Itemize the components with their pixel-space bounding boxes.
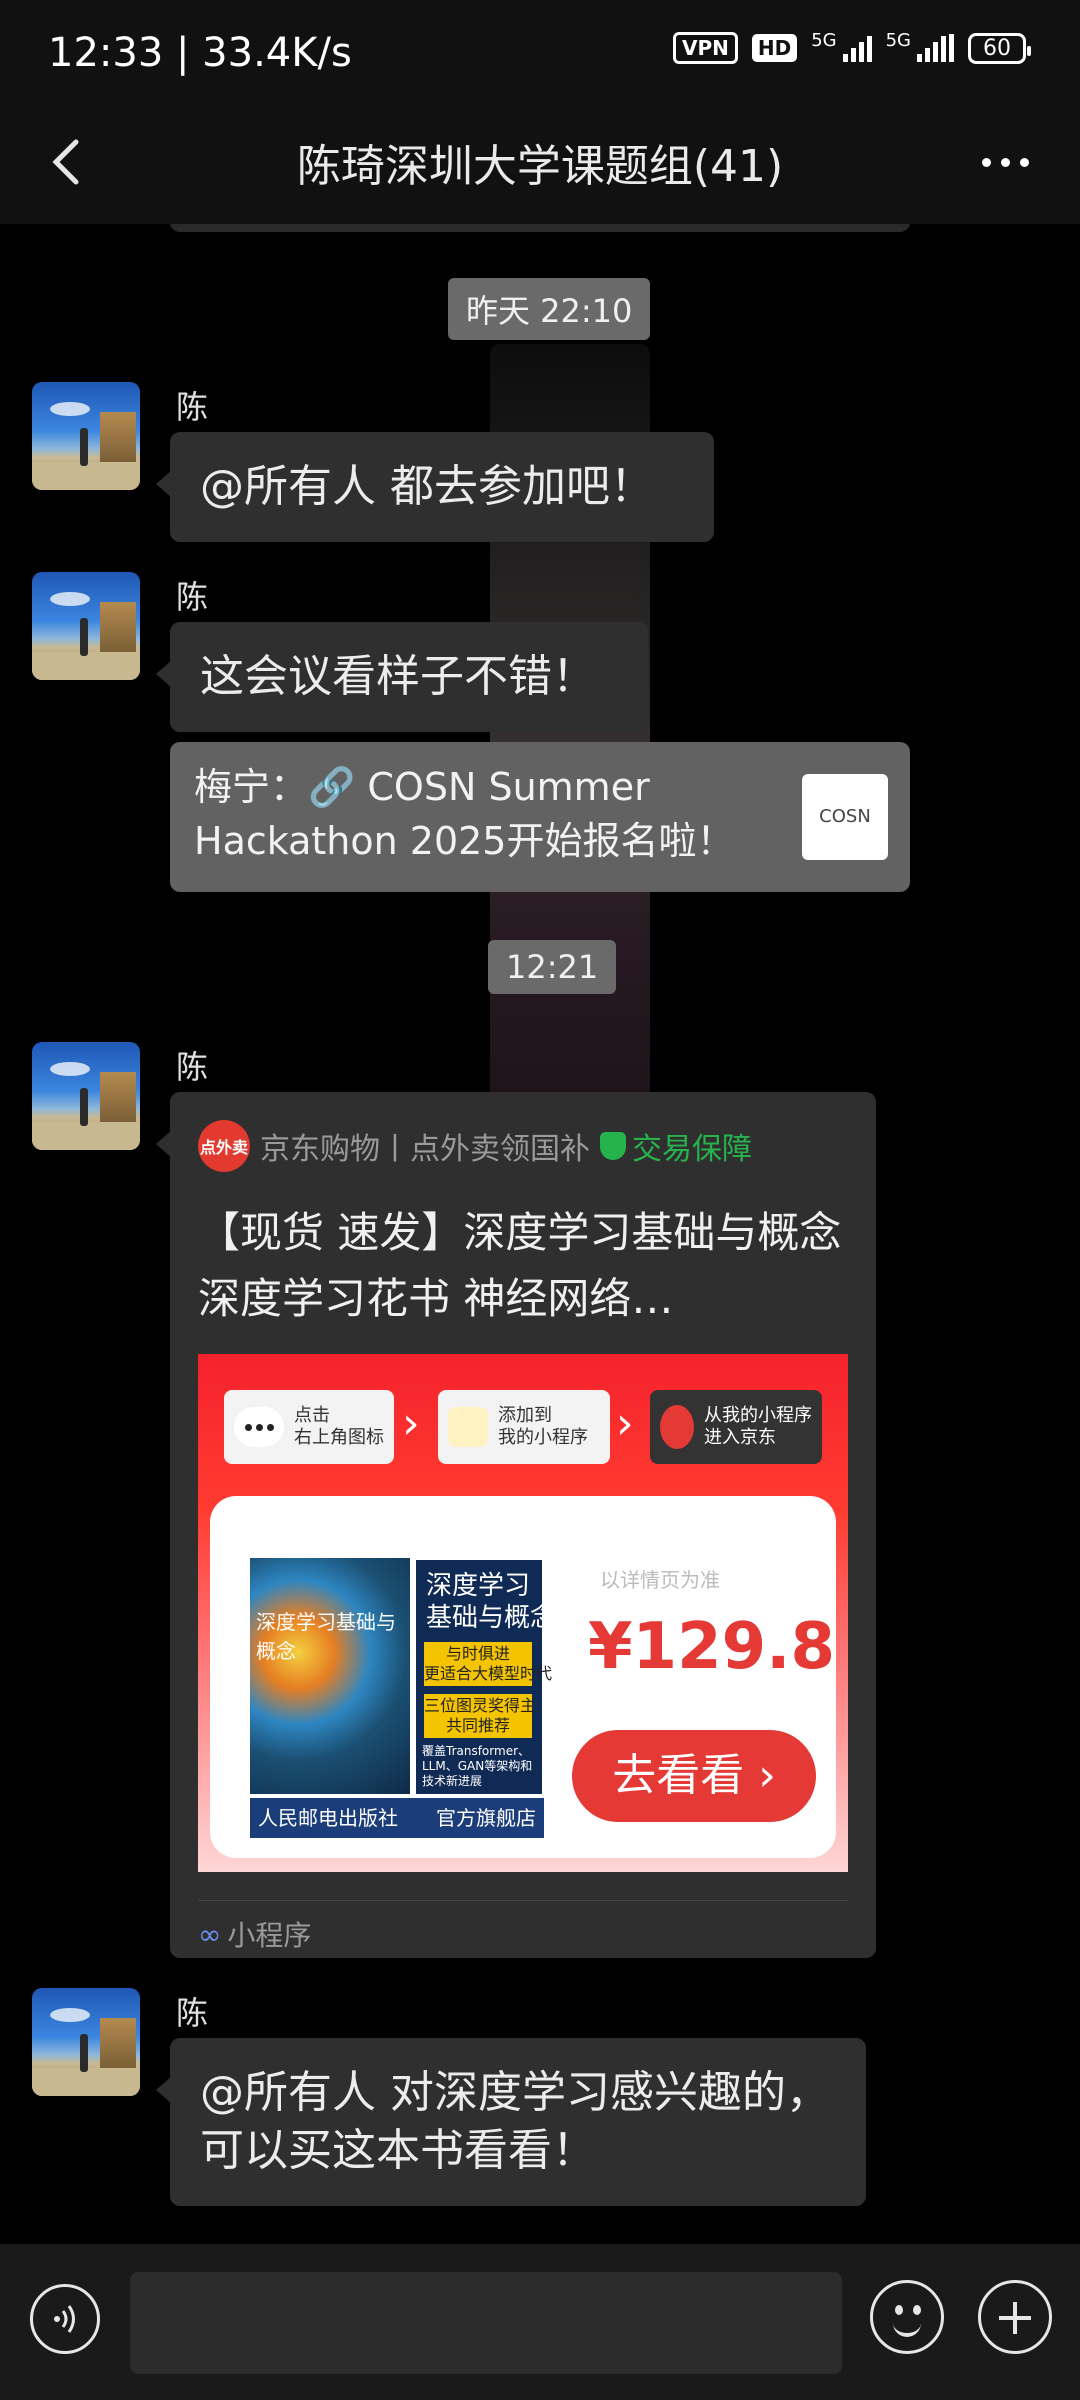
avatar[interactable] bbox=[32, 1042, 140, 1150]
chat-area[interactable]: 昨天 22:10 陈琦 @所有人 都去参加吧！ 陈琦 这会议看样子不错！ 梅宁：… bbox=[0, 224, 1080, 2244]
divider bbox=[198, 1900, 848, 1901]
mini-program-source: 点外卖 京东购物丨点外卖领国补 交易保障 bbox=[198, 1120, 752, 1172]
mini-program-card[interactable]: 点外卖 京东购物丨点外卖领国补 交易保障 【现货 速发】深度学习基础与概念 深度… bbox=[156, 1092, 876, 1958]
message-bubble[interactable]: @所有人 都去参加吧！ bbox=[156, 432, 714, 542]
emoji-icon bbox=[895, 2305, 903, 2315]
signal-icon-2 bbox=[917, 34, 954, 62]
book-cover: 深度学习基础与概念 bbox=[250, 1558, 410, 1794]
arrow-icon: › bbox=[402, 1398, 420, 1449]
price: ¥129.8 bbox=[588, 1610, 835, 1684]
arrow-icon: › bbox=[616, 1398, 634, 1449]
message-bubble[interactable]: 这会议看样子不错！ bbox=[156, 622, 648, 732]
avatar[interactable] bbox=[32, 1988, 140, 2096]
guarantee-badge: 交易保障 bbox=[600, 1124, 752, 1168]
input-bar bbox=[0, 2244, 1080, 2400]
mini-program-title: 【现货 速发】深度学习基础与概念 深度学习花书 神经网络… bbox=[198, 1208, 842, 1323]
dots-icon bbox=[234, 1407, 284, 1447]
link-quote-card[interactable]: 梅宁：🔗 COSN Summer Hackathon 2025开始报名啦！ CO… bbox=[170, 742, 910, 892]
go-see-button[interactable]: 去看看 › bbox=[572, 1730, 816, 1822]
status-bar: 12:33 | 33.4K/s VPN HD 5G 5G 60 bbox=[0, 0, 1080, 100]
source-logo: 点外卖 bbox=[198, 1120, 250, 1172]
message-input[interactable] bbox=[130, 2272, 842, 2374]
step-3: 从我的小程序 进入京东 bbox=[650, 1390, 822, 1464]
product-panel: 深度学习基础与概念 深度学习 基础与概念 与时俱进 更适合大模型时代 三位图灵奖… bbox=[210, 1496, 836, 1858]
step-2: 添加到 我的小程序 bbox=[438, 1390, 610, 1464]
price-note: 以详情页为准 bbox=[600, 1568, 720, 1592]
time-divider: 昨天 22:10 bbox=[448, 278, 651, 340]
more-icon bbox=[981, 157, 991, 167]
shield-icon bbox=[600, 1132, 626, 1160]
more-button[interactable] bbox=[970, 130, 1040, 194]
signal-icon bbox=[842, 34, 872, 62]
previous-message[interactable] bbox=[170, 224, 910, 232]
link-thumbnail: COSN bbox=[802, 774, 888, 860]
step-1: 点击 右上角图标 bbox=[224, 1390, 394, 1464]
plus-button[interactable] bbox=[978, 2280, 1052, 2354]
vpn-icon: VPN bbox=[672, 32, 738, 64]
jd-mascot-icon bbox=[660, 1405, 694, 1449]
avatar[interactable] bbox=[32, 382, 140, 490]
status-icons: VPN HD 5G 5G 60 bbox=[672, 29, 1031, 64]
message-bubble[interactable]: @所有人 对深度学习感兴趣的，可以买这本书看看！ bbox=[156, 2038, 866, 2206]
link-quote-text: 梅宁：🔗 COSN Summer Hackathon 2025开始报名啦！ bbox=[194, 765, 735, 863]
avatar[interactable] bbox=[32, 572, 140, 680]
net-label-2: 5G bbox=[885, 29, 911, 51]
source-name: 京东购物丨点外卖领国补 bbox=[260, 1132, 590, 1167]
voice-icon bbox=[54, 2305, 75, 2333]
mini-program-footer: ∞ 小程序 bbox=[198, 1917, 312, 1953]
battery-icon: 60 bbox=[968, 32, 1031, 64]
emoji-button[interactable] bbox=[870, 2280, 944, 2354]
status-time: 12:33 | 33.4K/s bbox=[48, 30, 352, 76]
hd-icon: HD bbox=[751, 34, 798, 62]
voice-button[interactable] bbox=[30, 2284, 100, 2354]
book-info: 深度学习 基础与概念 与时俱进 更适合大模型时代 三位图灵奖得主 共同推荐 覆盖… bbox=[416, 1560, 556, 1794]
chat-header: 陈琦深圳大学课题组(41) bbox=[0, 100, 1080, 224]
mini-program-icon: ∞ bbox=[198, 1917, 222, 1951]
book-image: 深度学习基础与概念 深度学习 基础与概念 与时俱进 更适合大模型时代 三位图灵奖… bbox=[250, 1558, 556, 1844]
book-publisher: 人民邮电出版社 官方旗舰店 bbox=[250, 1798, 544, 1838]
time-divider: 12:21 bbox=[488, 940, 617, 994]
promo-image[interactable]: 点击 右上角图标 › 添加到 我的小程序 › 从我的小程序 进入京东 深度学习基… bbox=[198, 1354, 848, 1872]
net-label-1: 5G bbox=[811, 29, 837, 51]
mini-app-icon bbox=[448, 1407, 488, 1447]
chat-title: 陈琦深圳大学课题组(41) bbox=[296, 141, 784, 192]
